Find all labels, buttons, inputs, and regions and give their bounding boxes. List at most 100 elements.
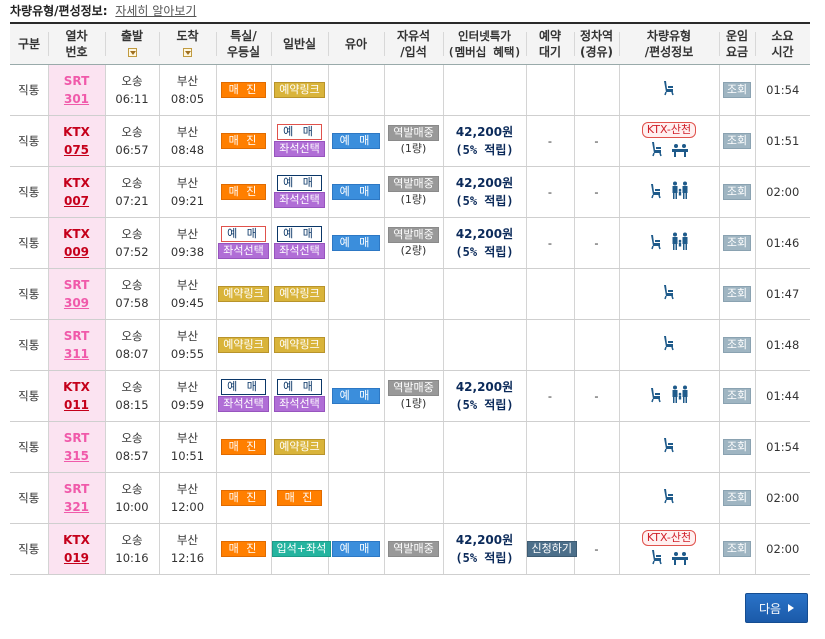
train-number-link[interactable]: 321 <box>64 500 89 514</box>
table-header-row: 구분 열차 번호 출발 도착 특실/우등실 일반실 유아 자유석/입석 인터넷특가… <box>10 22 810 65</box>
vehicle-info-link[interactable]: 자세히 알아보기 <box>115 4 196 18</box>
ktx-sancheon-tag[interactable]: KTX-산천 <box>641 529 697 546</box>
reserve-link-button[interactable]: 예약링크 <box>274 285 325 302</box>
train-number-link[interactable]: 011 <box>64 398 89 412</box>
train-number-link[interactable]: 075 <box>64 143 89 157</box>
col-departure[interactable]: 출발 <box>105 22 159 65</box>
train-number-cell[interactable]: KTX 007 <box>47 166 106 218</box>
waitlist-apply-button[interactable]: 신청하기 <box>526 540 577 557</box>
internet-special-cell <box>442 64 527 116</box>
train-number-link[interactable]: 309 <box>64 296 89 310</box>
car-count: (1량) <box>400 141 427 155</box>
baby-book-button[interactable]: 예 매 <box>332 183 380 200</box>
free-seat-cell: 역발매중 (2량) <box>383 217 444 269</box>
train-number-link[interactable]: 301 <box>64 92 89 106</box>
train-number-link[interactable]: 019 <box>64 551 89 565</box>
stops-cell: - <box>573 523 620 575</box>
next-button[interactable]: 다음 <box>745 593 808 623</box>
sold-out-badge: 매 진 <box>277 489 322 506</box>
reserve-link-button[interactable]: 예약링크 <box>274 81 325 98</box>
baby-book-button[interactable]: 예 매 <box>332 540 380 557</box>
general-class-cell: 예 매 좌석선택 <box>270 166 329 218</box>
train-number-link[interactable]: 311 <box>64 347 89 361</box>
train-number-cell[interactable]: SRT 315 <box>47 421 106 473</box>
fare-lookup-button[interactable]: 조회 <box>723 387 751 404</box>
duration-cell: 01:47 <box>754 268 810 320</box>
reserve-wait-cell: - <box>525 217 575 269</box>
baby-book-button[interactable]: 예 매 <box>332 234 380 251</box>
internet-special-cell: 42,200원 (5% 적립) <box>442 166 527 218</box>
fare-lookup-button[interactable]: 조회 <box>723 234 751 251</box>
fare-lookup-button[interactable]: 조회 <box>723 183 751 200</box>
baby-book-button[interactable]: 예 매 <box>332 132 380 149</box>
baby-cell: 예 매 <box>327 523 385 575</box>
points-rate: (5% 적립) <box>455 142 514 157</box>
col-fare: 운임 요금 <box>719 22 755 65</box>
book-button[interactable]: 예 매 <box>277 175 322 191</box>
seat-select-button[interactable]: 좌석선택 <box>274 396 325 412</box>
table-row: 직통 KTX 009 오송 07:52 부산 09:38 예 매 좌석선택 예 매 좌석선택 예 매역… <box>10 217 810 269</box>
seat-select-button[interactable]: 좌석선택 <box>218 396 269 412</box>
train-brand: SRT <box>63 73 90 88</box>
fare-lookup-button[interactable]: 조회 <box>723 132 751 149</box>
reserve-wait-value: - <box>547 388 553 403</box>
train-number-link[interactable]: 315 <box>64 449 89 463</box>
ktx-sancheon-tag[interactable]: KTX-산천 <box>641 121 697 138</box>
fare-lookup-button[interactable]: 조회 <box>723 438 751 455</box>
fare-lookup-button[interactable]: 조회 <box>723 81 751 98</box>
train-number-link[interactable]: 007 <box>64 194 89 208</box>
book-button[interactable]: 예 매 <box>277 124 322 140</box>
vehicle-cell <box>618 370 720 422</box>
seat-select-button[interactable]: 좌석선택 <box>218 243 269 259</box>
reserve-link-button[interactable]: 예약링크 <box>218 336 269 353</box>
general-class-cell: 예약링크 <box>270 64 329 116</box>
general-class-cell: 예 매 좌석선택 <box>270 217 329 269</box>
table-row: 직통 SRT 321 오송 10:00 부산 12:00 매 진매 진 조회 02:00 <box>10 472 810 524</box>
duration-cell: 02:00 <box>754 523 810 575</box>
seat-select-button[interactable]: 좌석선택 <box>274 243 325 259</box>
fare-lookup-button[interactable]: 조회 <box>723 336 751 353</box>
duration-cell: 02:00 <box>754 166 810 218</box>
fare-lookup-button[interactable]: 조회 <box>723 489 751 506</box>
train-number-cell[interactable]: SRT 301 <box>47 64 106 116</box>
points-rate: (5% 적립) <box>455 550 514 565</box>
baby-cell <box>327 268 385 320</box>
special-price: 42,200원 <box>455 175 514 190</box>
table-row: 직통 SRT 309 오송 07:58 부산 09:45 예약링크 예약링크 조회 01:47 <box>10 268 810 320</box>
train-number-cell[interactable]: KTX 019 <box>47 523 106 575</box>
special-class-cell: 예 매 좌석선택 <box>215 370 272 422</box>
internet-special-cell <box>442 319 527 371</box>
book-button[interactable]: 예 매 <box>221 379 266 395</box>
route-type-cell: 직통 <box>10 523 49 575</box>
reserve-link-button[interactable]: 예약링크 <box>218 285 269 302</box>
seat-select-button[interactable]: 좌석선택 <box>274 141 325 157</box>
fare-lookup-button[interactable]: 조회 <box>723 285 751 302</box>
book-button[interactable]: 예 매 <box>221 226 266 242</box>
seat-icon <box>664 438 674 453</box>
baby-book-button[interactable]: 예 매 <box>332 387 380 404</box>
book-button[interactable]: 예 매 <box>277 379 322 395</box>
train-number-cell[interactable]: SRT 321 <box>47 472 106 524</box>
general-class-cell: 입석+좌석 <box>270 523 332 575</box>
col-special-class: 특실/우등실 <box>216 22 271 65</box>
book-button[interactable]: 예 매 <box>277 226 322 242</box>
fare-lookup-button[interactable]: 조회 <box>723 540 751 557</box>
sort-icon[interactable] <box>127 47 137 57</box>
route-type-cell: 직통 <box>10 421 49 473</box>
train-number-cell[interactable]: SRT 311 <box>47 319 106 371</box>
seat-select-button[interactable]: 좌석선택 <box>274 192 325 208</box>
car-count: (2량) <box>400 243 427 257</box>
fare-cell: 조회 <box>718 166 756 218</box>
sort-icon[interactable] <box>183 47 192 57</box>
col-baby: 유아 <box>328 22 384 65</box>
train-number-link[interactable]: 009 <box>64 245 89 259</box>
reserve-link-button[interactable]: 예약링크 <box>274 438 325 455</box>
train-number-cell[interactable]: KTX 075 <box>47 115 106 167</box>
train-number-cell[interactable]: KTX 011 <box>47 370 106 422</box>
train-number-cell[interactable]: KTX 009 <box>47 217 106 269</box>
train-number-cell[interactable]: SRT 309 <box>47 268 106 320</box>
stops-cell <box>573 319 620 371</box>
col-arrival[interactable]: 도착 <box>159 22 216 65</box>
reserve-link-button[interactable]: 예약링크 <box>274 336 325 353</box>
standing-seat-button[interactable]: 입석+좌석 <box>271 540 332 557</box>
